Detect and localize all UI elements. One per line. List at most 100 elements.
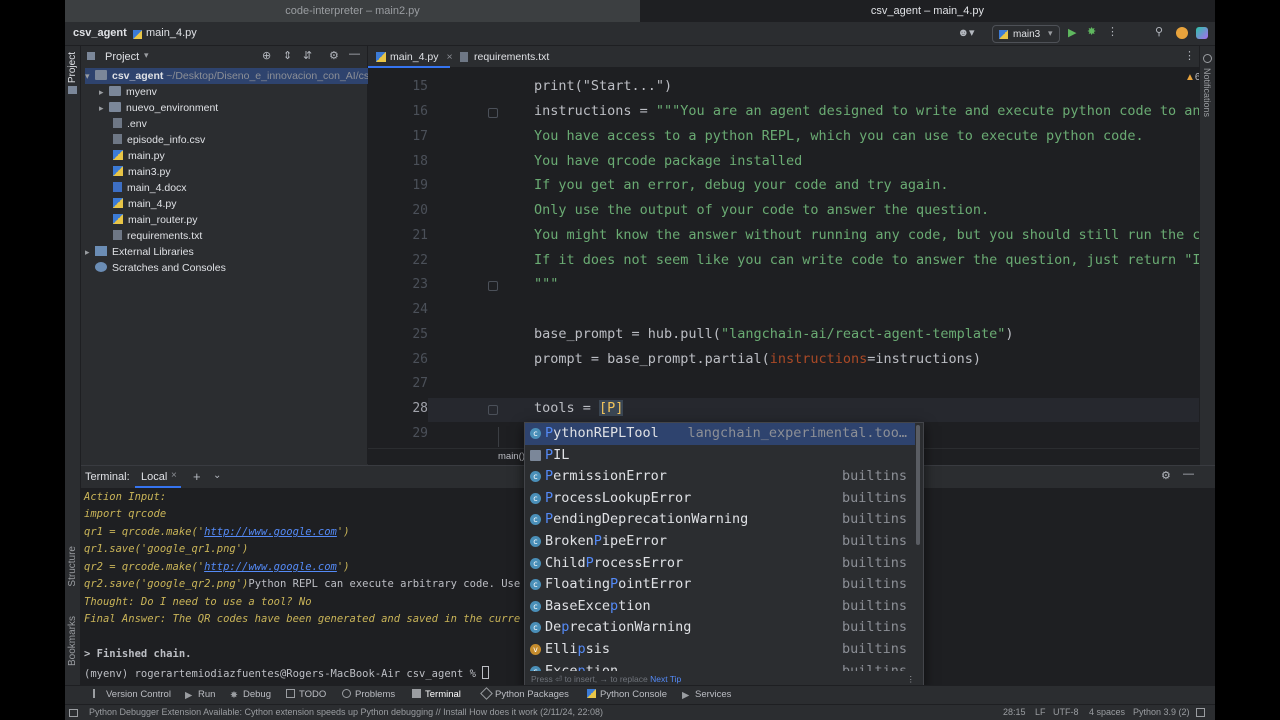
gear-icon[interactable]: ⚙ <box>1161 469 1171 482</box>
status-indent[interactable]: 4 spaces <box>1089 707 1125 717</box>
completion-popup[interactable]: c PythonREPLTool langchain_experimental.to… <box>524 422 924 688</box>
search-icon[interactable]: ⚲ <box>1155 25 1163 38</box>
completion-item[interactable]: c FloatingPointError builtins <box>525 574 915 596</box>
chevron-down-icon[interactable]: ▾ <box>144 50 149 61</box>
tree-external-libraries[interactable]: ▸ External Libraries <box>85 244 194 260</box>
fold-marker-icon[interactable] <box>488 108 498 118</box>
notifications-icon[interactable] <box>1203 54 1212 63</box>
tab-label: requirements.txt <box>474 51 550 63</box>
completion-item[interactable]: c PendingDeprecationWarning builtins <box>525 509 915 531</box>
next-tip-link[interactable]: Next Tip <box>650 674 681 684</box>
lock-icon[interactable] <box>1196 708 1205 717</box>
completion-item[interactable]: c PermissionError builtins <box>525 466 915 488</box>
user-icon[interactable]: ☻▾ <box>955 26 977 39</box>
toolbar-todo[interactable]: TODO <box>286 689 326 700</box>
tree-scratches[interactable]: Scratches and Consoles <box>95 260 226 276</box>
completion-item[interactable]: c BaseException builtins <box>525 596 915 618</box>
tree-item-label: requirements.txt <box>127 230 203 242</box>
breadcrumb[interactable]: main() <box>498 451 525 462</box>
chevron-down-icon: ▾ <box>1048 28 1053 38</box>
tree-item[interactable]: main_router.py <box>113 212 197 228</box>
status-position[interactable]: 28:15 <box>1003 707 1026 717</box>
tree-root[interactable]: ▾ csv_agent ~/Desktop/Diseno_e_innovacion… <box>85 68 374 84</box>
toolbar-services[interactable]: ▶ Services <box>682 689 731 701</box>
tab-main-4[interactable]: main_4.py × <box>368 46 453 68</box>
completion-item[interactable]: c PythonREPLTool langchain_experimental.to… <box>525 423 915 445</box>
more-actions-icon[interactable]: ⋮ <box>1107 25 1118 38</box>
completion-item[interactable]: c DeprecationWarning builtins <box>525 617 915 639</box>
run-icon[interactable]: ▶ <box>1068 26 1076 39</box>
close-icon[interactable]: × <box>171 470 177 481</box>
tree-item[interactable]: .env <box>113 116 147 132</box>
tree-item[interactable]: main.py <box>113 148 165 164</box>
status-message[interactable]: Python Debugger Extension Available: Cyt… <box>89 707 603 717</box>
completion-item[interactable]: v Ellipsis builtins <box>525 639 915 661</box>
tree-item[interactable]: main_4.docx <box>113 180 187 196</box>
tree-item[interactable]: ▸ myenv <box>99 84 157 100</box>
locate-icon[interactable]: ⊕ <box>262 49 271 62</box>
terminal-cursor <box>482 666 490 679</box>
ai-assistant-icon[interactable] <box>1196 27 1208 39</box>
toolbar-python-packages[interactable]: Python Packages <box>480 687 569 700</box>
toolbar-debug[interactable]: ✸ Debug <box>230 689 271 701</box>
toolbar-label: Python Packages <box>495 689 569 700</box>
fold-marker-icon[interactable] <box>488 405 498 415</box>
tree-item[interactable]: requirements.txt <box>113 228 202 244</box>
tree-item[interactable]: main_4.py <box>113 196 176 212</box>
run-config-select[interactable]: main3 ▾ <box>992 25 1060 43</box>
toolbar-terminal[interactable]: Terminal <box>412 689 461 700</box>
code-line: instructions = """You are an agent desig… <box>534 103 1215 119</box>
expand-all-icon[interactable]: ⇕ <box>283 49 292 62</box>
gear-icon[interactable]: ⚙ <box>329 49 339 62</box>
tab-more-icon[interactable]: ⋮ <box>1184 49 1195 62</box>
debug-icon[interactable]: ✸ <box>1087 25 1096 38</box>
toolbar-version-control[interactable]: Version Control <box>93 689 171 700</box>
toolbar-problems[interactable]: Problems <box>342 689 395 700</box>
code-line: You might know the answer without runnin… <box>534 227 1215 243</box>
terminal-tab-local[interactable]: Local × <box>135 466 181 488</box>
code-editor[interactable]: 15 16 17 18 19 20 21 22 23 24 25 26 27 2… <box>368 68 1215 448</box>
tree-item[interactable]: ▸ nuevo_environment <box>99 100 218 116</box>
stripe-project[interactable]: Project <box>67 52 78 83</box>
package-icon <box>530 449 541 461</box>
tree-item[interactable]: episode_info.csv <box>113 132 205 148</box>
terminal-link[interactable]: http://www.google.com <box>204 561 337 573</box>
terminal-prompt[interactable]: (myenv) rogerartemiodiazfuentes@Rogers-M… <box>84 666 490 680</box>
code-token: """You are an agent designed to write an… <box>655 103 1215 119</box>
completion-item[interactable]: c ProcessLookupError builtins <box>525 488 915 510</box>
completion-item[interactable]: c ChildProcessError builtins <box>525 553 915 575</box>
popup-scrollbar[interactable] <box>916 425 920 545</box>
terminal-link[interactable]: http://www.google.com <box>204 526 337 538</box>
panel-toggle-icon[interactable] <box>69 709 78 717</box>
status-interpreter[interactable]: Python 3.9 (2) <box>1133 707 1190 717</box>
completion-item[interactable]: c BrokenPipeError builtins <box>525 531 915 553</box>
completion-item-source: builtins <box>841 641 907 657</box>
footer-hint: Press ⏎ to insert, → to replace <box>531 674 648 684</box>
tree-item-label: Scratches and Consoles <box>112 262 226 274</box>
stripe-notifications[interactable]: Notifications <box>1202 68 1212 117</box>
nav-file[interactable]: main_4.py <box>146 27 197 39</box>
fold-marker-icon[interactable] <box>488 281 498 291</box>
nav-project[interactable]: csv_agent <box>73 27 127 39</box>
toolbar-python-console[interactable]: Python Console <box>587 689 667 700</box>
packages-icon <box>480 687 493 700</box>
completion-item-name: DeprecationWarning <box>545 619 692 636</box>
tab-requirements[interactable]: requirements.txt <box>452 46 562 68</box>
update-icon[interactable] <box>1176 27 1188 39</box>
status-line-separator[interactable]: LF <box>1035 707 1046 717</box>
status-encoding[interactable]: UTF-8 <box>1053 707 1079 717</box>
chevron-down-icon[interactable]: ⌄ <box>213 470 221 481</box>
project-panel-title[interactable]: Project <box>105 51 139 63</box>
stripe-bookmarks[interactable]: Bookmarks <box>67 616 78 666</box>
hide-panel-icon[interactable]: — <box>349 48 360 60</box>
tree-item[interactable]: main3.py <box>113 164 171 180</box>
completion-item[interactable]: PIL <box>525 445 915 467</box>
code-line: prompt = base_prompt.partial(instruction… <box>534 351 981 367</box>
collapse-all-icon[interactable]: ⇵ <box>303 49 312 62</box>
stripe-structure[interactable]: Structure <box>67 546 78 587</box>
debug-icon: ✸ <box>230 690 238 701</box>
hide-panel-icon[interactable]: — <box>1183 468 1194 480</box>
completion-item-name: PermissionError <box>545 468 667 485</box>
add-tab-icon[interactable]: + <box>193 469 201 484</box>
toolbar-run[interactable]: ▶ Run <box>185 689 215 701</box>
